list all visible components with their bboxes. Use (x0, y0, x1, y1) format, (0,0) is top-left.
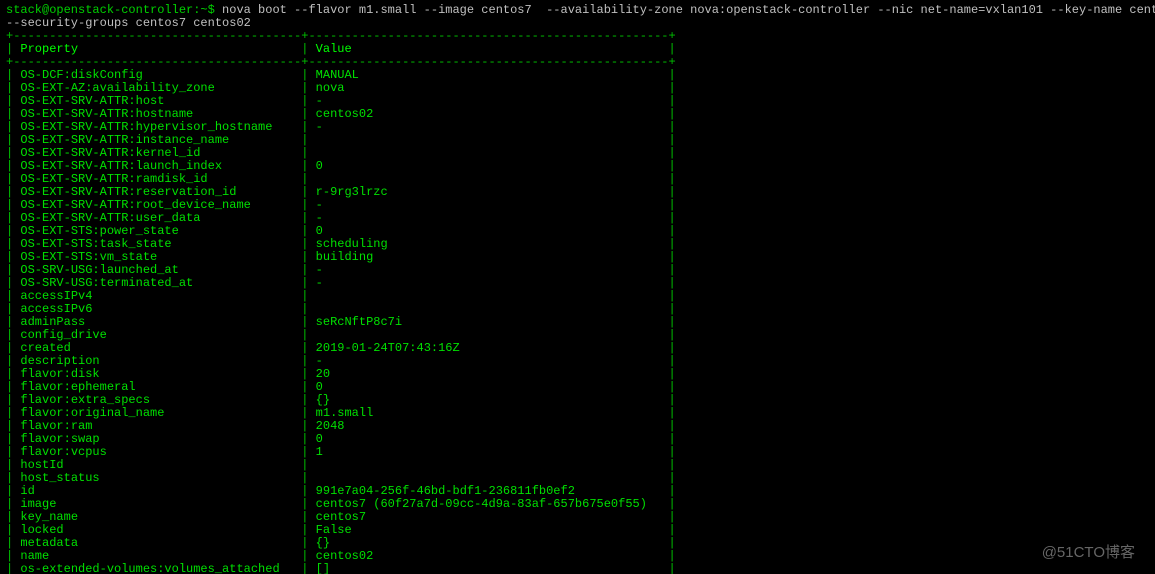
table-row-value: centos7 (60f27a7d-09cc-4d9a-83af-657b675… (316, 497, 662, 511)
table-row-value: 1 (316, 445, 662, 459)
table-row-value: - (316, 276, 662, 290)
table-row-value: 0 (316, 380, 662, 394)
table-row-property: accessIPv4 (20, 289, 294, 303)
table-row-property: accessIPv6 (20, 302, 294, 316)
table-row-value (316, 328, 662, 342)
table-row-property: flavor:disk (20, 367, 294, 381)
table-row-property: name (20, 549, 294, 563)
table-row-value: scheduling (316, 237, 662, 251)
shell-command-cont: --security-groups centos7 centos02 (6, 16, 251, 30)
table-row-property: flavor:extra_specs (20, 393, 294, 407)
table-row-value: 0 (316, 432, 662, 446)
table-row-value: {} (316, 536, 662, 550)
table-row-property: OS-EXT-SRV-ATTR:ramdisk_id (20, 172, 294, 186)
table-row-property: hostId (20, 458, 294, 472)
table-row-value: - (316, 211, 662, 225)
table-row-property: OS-EXT-STS:task_state (20, 237, 294, 251)
table-row-value: 0 (316, 159, 662, 173)
table-row-property: OS-EXT-SRV-ATTR:instance_name (20, 133, 294, 147)
table-row-property: OS-EXT-STS:vm_state (20, 250, 294, 264)
table-row-value: 2019-01-24T07:43:16Z (316, 341, 662, 355)
table-row-property: key_name (20, 510, 294, 524)
table-row-value: centos02 (316, 107, 662, 121)
table-row-property: created (20, 341, 294, 355)
table-border: +---------------------------------------… (6, 29, 676, 43)
table-row-value: - (316, 198, 662, 212)
table-row-value: {} (316, 393, 662, 407)
shell-prompt: stack@openstack-controller:~$ (6, 3, 222, 17)
table-row-property: id (20, 484, 294, 498)
table-row-value: m1.small (316, 406, 662, 420)
table-row-property: description (20, 354, 294, 368)
table-row-property: image (20, 497, 294, 511)
table-row-property: flavor:original_name (20, 406, 294, 420)
table-row-property: OS-SRV-USG:launched_at (20, 263, 294, 277)
table-row-property: OS-EXT-SRV-ATTR:reservation_id (20, 185, 294, 199)
table-row-property: adminPass (20, 315, 294, 329)
table-row-property: OS-EXT-AZ:availability_zone (20, 81, 294, 95)
table-row-property: host_status (20, 471, 294, 485)
table-row-value: [] (316, 562, 662, 574)
table-row-property: flavor:ephemeral (20, 380, 294, 394)
table-row-value (316, 302, 662, 316)
table-row-value: - (316, 354, 662, 368)
table-row-property: OS-SRV-USG:terminated_at (20, 276, 294, 290)
table-row-property: OS-EXT-SRV-ATTR:kernel_id (20, 146, 294, 160)
table-row-value (316, 289, 662, 303)
table-row-property: flavor:swap (20, 432, 294, 446)
table-row-property: OS-EXT-SRV-ATTR:root_device_name (20, 198, 294, 212)
table-row-property: OS-EXT-STS:power_state (20, 224, 294, 238)
table-row-value (316, 172, 662, 186)
shell-command: nova boot --flavor m1.small --image cent… (222, 3, 1155, 17)
table-row-value: nova (316, 81, 662, 95)
table-row-value: 20 (316, 367, 662, 381)
table-row-value: 0 (316, 224, 662, 238)
table-row-property: flavor:ram (20, 419, 294, 433)
table-row-value: building (316, 250, 662, 264)
table-row-property: OS-EXT-SRV-ATTR:hostname (20, 107, 294, 121)
table-row-property: flavor:vcpus (20, 445, 294, 459)
table-row-property: OS-EXT-SRV-ATTR:host (20, 94, 294, 108)
table-row-property: locked (20, 523, 294, 537)
table-row-value: 2048 (316, 419, 662, 433)
table-row-value (316, 133, 662, 147)
table-row-value: False (316, 523, 662, 537)
table-row-property: metadata (20, 536, 294, 550)
terminal-output[interactable]: stack@openstack-controller:~$ nova boot … (0, 0, 1155, 574)
table-row-value: 991e7a04-256f-46bd-bdf1-236811fb0ef2 (316, 484, 662, 498)
table-row-property: os-extended-volumes:volumes_attached (20, 562, 294, 574)
table-row-value: r-9rg3lrzc (316, 185, 662, 199)
col-header-value: Value (316, 42, 662, 56)
table-row-property: OS-EXT-SRV-ATTR:user_data (20, 211, 294, 225)
table-row-value: MANUAL (316, 68, 662, 82)
table-row-value (316, 458, 662, 472)
table-row-property: OS-DCF:diskConfig (20, 68, 294, 82)
table-row-property: config_drive (20, 328, 294, 342)
table-row-value: - (316, 120, 662, 134)
table-row-property: OS-EXT-SRV-ATTR:hypervisor_hostname (20, 120, 294, 134)
col-header-property: Property (20, 42, 294, 56)
table-row-value: centos02 (316, 549, 662, 563)
table-row-value: seRcNftP8c7i (316, 315, 662, 329)
table-row-property: OS-EXT-SRV-ATTR:launch_index (20, 159, 294, 173)
table-row-value (316, 471, 662, 485)
table-border: +---------------------------------------… (6, 55, 676, 69)
table-row-value: - (316, 94, 662, 108)
table-row-value: - (316, 263, 662, 277)
table-row-value (316, 146, 662, 160)
table-row-value: centos7 (316, 510, 662, 524)
